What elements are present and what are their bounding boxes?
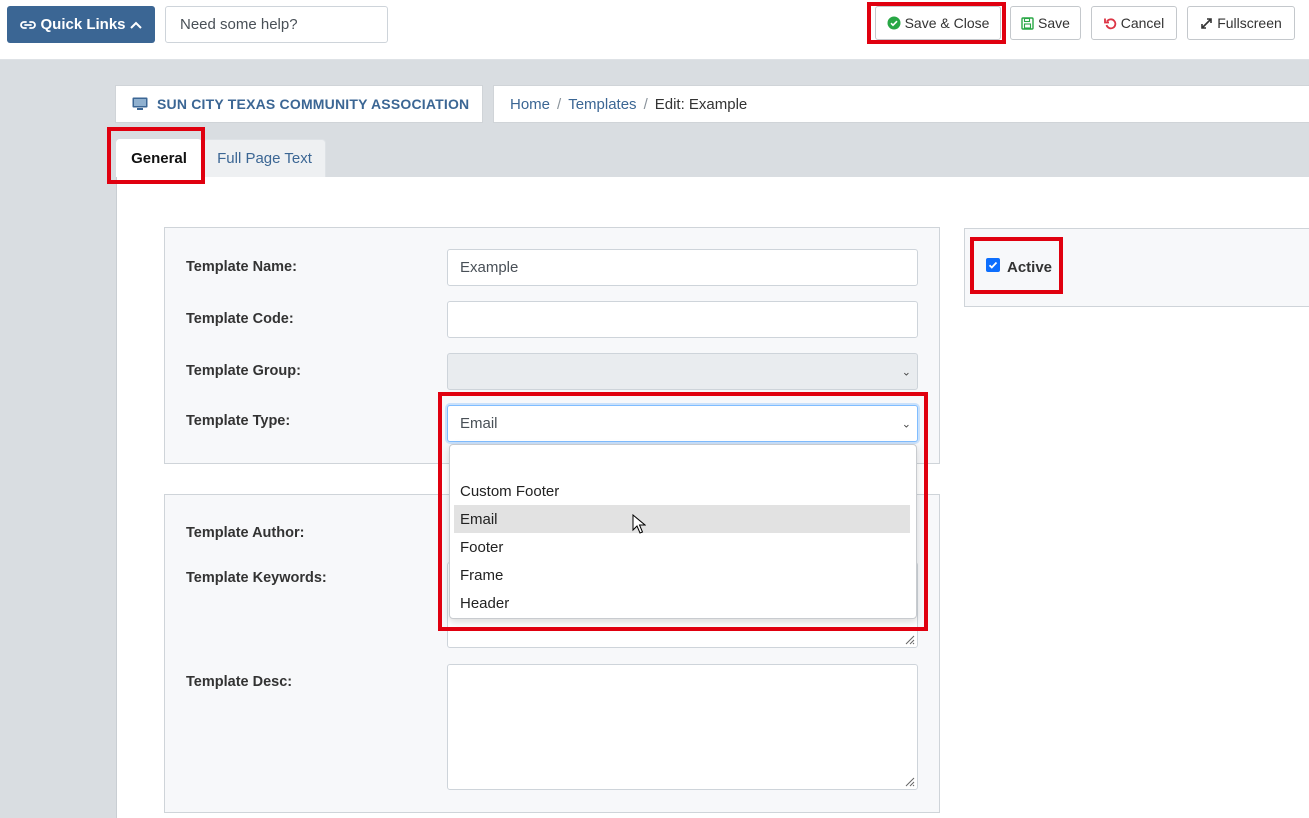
tab-full-page-text[interactable]: Full Page Text xyxy=(203,139,326,177)
tab-general-label: General xyxy=(131,149,187,167)
fullscreen-button[interactable]: Fullscreen xyxy=(1187,6,1295,40)
breadcrumb: Home / Templates / Edit: Example xyxy=(493,85,1309,123)
check-circle-icon xyxy=(887,16,901,30)
save-button[interactable]: Save xyxy=(1010,6,1081,40)
template-desc-label: Template Desc: xyxy=(186,674,293,690)
template-desc-textarea[interactable] xyxy=(447,664,918,790)
help-placeholder: Need some help? xyxy=(180,16,298,33)
chevron-up-icon xyxy=(129,21,142,29)
save-label: Save xyxy=(1038,15,1070,31)
expand-icon xyxy=(1201,17,1213,29)
template-code-input[interactable] xyxy=(447,301,918,338)
template-author-label: Template Author: xyxy=(186,525,305,541)
monitor-icon xyxy=(132,97,148,110)
template-type-select[interactable]: Email ⌄ xyxy=(447,405,918,442)
template-name-label: Template Name: xyxy=(186,259,297,275)
template-name-value: Example xyxy=(460,259,519,276)
undo-icon xyxy=(1103,17,1116,29)
resize-handle-icon[interactable] xyxy=(903,775,915,787)
mouse-cursor-icon xyxy=(632,514,646,534)
breadcrumb-home[interactable]: Home xyxy=(510,96,550,113)
template-keywords-label: Template Keywords: xyxy=(186,570,327,586)
active-checkbox[interactable] xyxy=(986,258,1000,272)
organization-card: SUN CITY TEXAS COMMUNITY ASSOCIATION xyxy=(115,85,483,123)
checkmark-icon xyxy=(988,261,998,269)
dropdown-option-empty[interactable] xyxy=(454,449,910,477)
fullscreen-label: Fullscreen xyxy=(1217,15,1282,31)
template-code-label: Template Code: xyxy=(186,311,294,327)
active-label: Active xyxy=(1007,259,1053,276)
template-type-dropdown: Custom Footer Email Footer Frame Header xyxy=(449,444,917,619)
save-close-label: Save & Close xyxy=(904,15,990,31)
save-close-button[interactable]: Save & Close xyxy=(875,6,1001,40)
floppy-disk-icon xyxy=(1021,16,1034,30)
dropdown-option-frame[interactable]: Frame xyxy=(454,561,910,589)
breadcrumb-separator: / xyxy=(557,95,562,113)
template-name-input[interactable]: Example xyxy=(447,249,918,286)
dropdown-option-custom-footer[interactable]: Custom Footer xyxy=(454,477,910,505)
dropdown-option-footer[interactable]: Footer xyxy=(454,533,910,561)
cancel-label: Cancel xyxy=(1120,15,1165,31)
cancel-button[interactable]: Cancel xyxy=(1091,6,1177,40)
dropdown-option-header[interactable]: Header xyxy=(454,589,910,617)
link-icon xyxy=(20,20,37,29)
top-toolbar: Quick Links Need some help? Save & Close… xyxy=(0,0,1309,60)
tab-full-page-text-label: Full Page Text xyxy=(217,150,312,167)
chevron-down-icon: ⌄ xyxy=(901,418,911,430)
organization-name: SUN CITY TEXAS COMMUNITY ASSOCIATION xyxy=(157,96,470,112)
help-search-input[interactable]: Need some help? xyxy=(165,6,388,43)
chevron-down-icon: ⌄ xyxy=(901,366,911,378)
template-group-label: Template Group: xyxy=(186,363,301,379)
template-type-value: Email xyxy=(460,415,498,432)
quick-links-button[interactable]: Quick Links xyxy=(7,6,155,43)
breadcrumb-current: Edit: Example xyxy=(654,95,748,113)
template-group-select[interactable]: ⌄ xyxy=(447,353,918,390)
tab-general[interactable]: General xyxy=(116,139,202,177)
dropdown-option-email[interactable]: Email xyxy=(454,505,910,533)
breadcrumb-templates[interactable]: Templates xyxy=(568,96,636,113)
breadcrumb-separator: / xyxy=(643,95,648,113)
resize-handle-icon[interactable] xyxy=(903,633,915,645)
quick-links-label: Quick Links xyxy=(40,16,126,33)
template-type-label: Template Type: xyxy=(186,413,291,429)
